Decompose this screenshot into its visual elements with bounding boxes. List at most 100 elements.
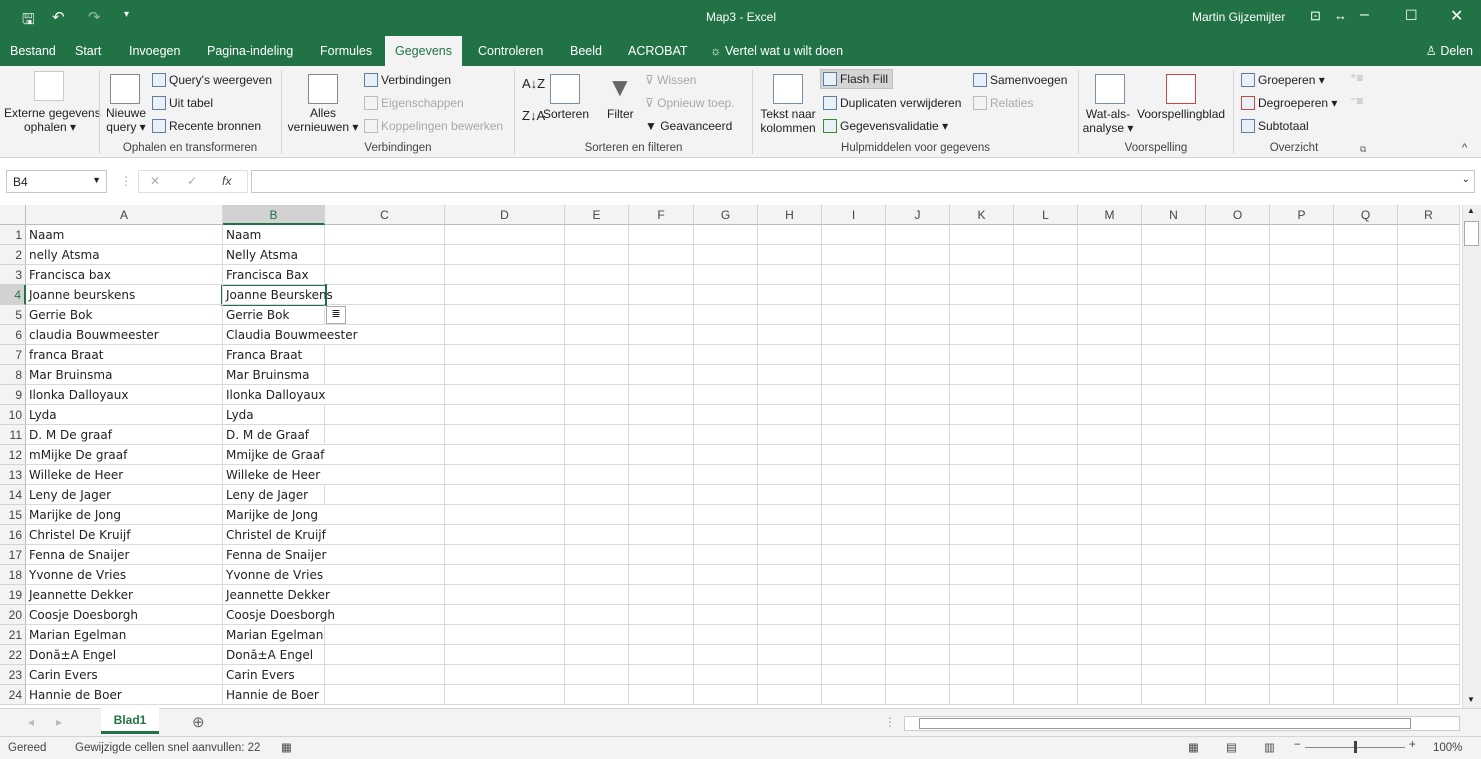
cell-C22[interactable] [325, 645, 445, 665]
cell-B14[interactable]: Leny de Jager [223, 485, 325, 505]
cell-G19[interactable] [694, 585, 758, 605]
relationships-button[interactable]: Relaties [973, 96, 1033, 110]
column-header-G[interactable]: G [694, 205, 758, 225]
cell-K13[interactable] [950, 465, 1014, 485]
cell-R16[interactable] [1398, 525, 1460, 545]
cell-K14[interactable] [950, 485, 1014, 505]
cell-N11[interactable] [1142, 425, 1206, 445]
cell-R20[interactable] [1398, 605, 1460, 625]
cell-B20[interactable]: Coosje Doesborgh [223, 605, 335, 625]
cell-N13[interactable] [1142, 465, 1206, 485]
cell-I7[interactable] [822, 345, 886, 365]
cancel-icon[interactable]: ✕ [150, 174, 160, 188]
cell-P3[interactable] [1270, 265, 1334, 285]
cell-G22[interactable] [694, 645, 758, 665]
cell-K3[interactable] [950, 265, 1014, 285]
cell-A19[interactable]: Jeannette Dekker [26, 585, 223, 605]
cell-B23[interactable]: Carin Evers [223, 665, 325, 685]
cell-J7[interactable] [886, 345, 950, 365]
cell-N20[interactable] [1142, 605, 1206, 625]
cell-D21[interactable] [445, 625, 565, 645]
cell-L10[interactable] [1014, 405, 1078, 425]
cell-J15[interactable] [886, 505, 950, 525]
cell-L20[interactable] [1014, 605, 1078, 625]
cell-K18[interactable] [950, 565, 1014, 585]
cell-K7[interactable] [950, 345, 1014, 365]
flash-fill-button[interactable]: Flash Fill [820, 69, 894, 89]
cell-O16[interactable] [1206, 525, 1270, 545]
cell-J23[interactable] [886, 665, 950, 685]
cell-R18[interactable] [1398, 565, 1460, 585]
cell-E3[interactable] [565, 265, 629, 285]
cell-R17[interactable] [1398, 545, 1460, 565]
cell-K4[interactable] [950, 285, 1014, 305]
cell-I16[interactable] [822, 525, 886, 545]
cell-P17[interactable] [1270, 545, 1334, 565]
properties-button[interactable]: Eigenschappen [364, 96, 464, 110]
cell-N2[interactable] [1142, 245, 1206, 265]
cell-B17[interactable]: Fenna de Snaijer [223, 545, 326, 565]
flash-fill-options-icon[interactable]: ≣ [326, 306, 346, 324]
cell-J19[interactable] [886, 585, 950, 605]
cell-G18[interactable] [694, 565, 758, 585]
cell-E15[interactable] [565, 505, 629, 525]
cell-B16[interactable]: Christel de Kruijf [223, 525, 326, 545]
cell-N22[interactable] [1142, 645, 1206, 665]
new-query-button[interactable]: Nieuwe query ▾ [103, 106, 149, 134]
cell-Q7[interactable] [1334, 345, 1398, 365]
cell-H1[interactable] [758, 225, 822, 245]
hscroll-thumb[interactable] [919, 718, 1411, 729]
cell-I24[interactable] [822, 685, 886, 705]
cell-G9[interactable] [694, 385, 758, 405]
refresh-all-button[interactable]: Alles vernieuwen ▾ [285, 106, 361, 134]
cell-H16[interactable] [758, 525, 822, 545]
cell-P10[interactable] [1270, 405, 1334, 425]
filter-button[interactable]: Filter [607, 107, 634, 121]
cell-O4[interactable] [1206, 285, 1270, 305]
cell-I23[interactable] [822, 665, 886, 685]
cell-A14[interactable]: Leny de Jager [26, 485, 223, 505]
tab-beeld[interactable]: Beeld [560, 36, 612, 66]
cell-A17[interactable]: Fenna de Snaijer [26, 545, 223, 565]
cell-O20[interactable] [1206, 605, 1270, 625]
cell-J3[interactable] [886, 265, 950, 285]
cell-P15[interactable] [1270, 505, 1334, 525]
cell-J13[interactable] [886, 465, 950, 485]
scroll-thumb[interactable] [1464, 221, 1479, 246]
clear-button[interactable]: ⊽ Wissen [645, 73, 696, 87]
cell-A7[interactable]: franca Braat [26, 345, 223, 365]
cell-O12[interactable] [1206, 445, 1270, 465]
cell-P6[interactable] [1270, 325, 1334, 345]
cell-B1[interactable]: Naam [223, 225, 325, 245]
share-button[interactable]: ♙ Delen [1420, 36, 1481, 66]
cell-C16[interactable] [325, 525, 445, 545]
cell-L11[interactable] [1014, 425, 1078, 445]
cell-J8[interactable] [886, 365, 950, 385]
cell-N3[interactable] [1142, 265, 1206, 285]
cell-R11[interactable] [1398, 425, 1460, 445]
cell-G17[interactable] [694, 545, 758, 565]
expand-formula-icon[interactable]: ⌄ [1462, 174, 1470, 185]
cell-I15[interactable] [822, 505, 886, 525]
row-header[interactable]: 21 [0, 625, 26, 645]
cell-R14[interactable] [1398, 485, 1460, 505]
cell-L14[interactable] [1014, 485, 1078, 505]
row-header[interactable]: 20 [0, 605, 26, 625]
cell-I18[interactable] [822, 565, 886, 585]
ungroup-button[interactable]: Degroeperen ▾ [1241, 96, 1337, 110]
cell-G13[interactable] [694, 465, 758, 485]
cell-C9[interactable] [325, 385, 445, 405]
cell-J24[interactable] [886, 685, 950, 705]
cell-N12[interactable] [1142, 445, 1206, 465]
cell-R12[interactable] [1398, 445, 1460, 465]
cell-B22[interactable]: Donã±A Engel [223, 645, 325, 665]
cell-K6[interactable] [950, 325, 1014, 345]
cell-P1[interactable] [1270, 225, 1334, 245]
cell-G3[interactable] [694, 265, 758, 285]
cell-I5[interactable] [822, 305, 886, 325]
cell-C1[interactable] [325, 225, 445, 245]
cell-M23[interactable] [1078, 665, 1142, 685]
cell-K15[interactable] [950, 505, 1014, 525]
cell-N19[interactable] [1142, 585, 1206, 605]
cell-E16[interactable] [565, 525, 629, 545]
